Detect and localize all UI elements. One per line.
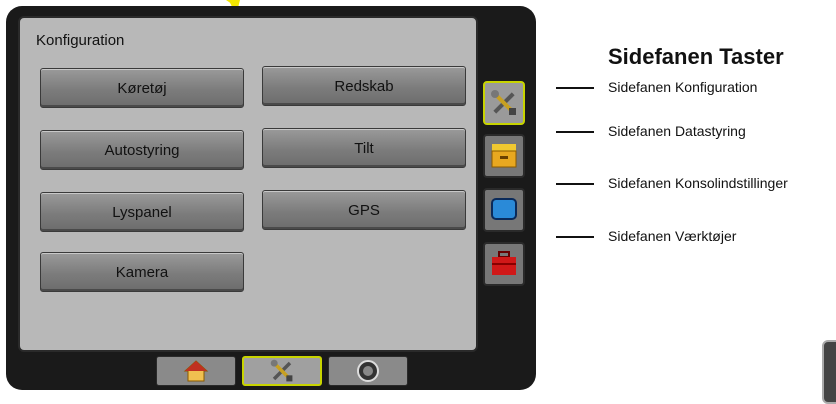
toolbox-icon: [492, 251, 516, 275]
button-label: GPS: [348, 201, 380, 219]
side-tab-data-management[interactable]: [483, 134, 525, 178]
camera-button[interactable]: Kamera: [40, 252, 244, 292]
monitor-icon: [491, 198, 517, 220]
button-label: Køretøj: [117, 79, 167, 97]
callout-line: [556, 131, 594, 133]
side-tab-tools[interactable]: [483, 242, 525, 286]
button-label: Redskab: [334, 77, 394, 95]
tools-icon: [491, 90, 516, 115]
button-label: Autostyring: [104, 141, 180, 159]
bottom-tab-configuration[interactable]: [242, 356, 322, 386]
callout-console-settings: Sidefanen Konsolindstillinger: [608, 175, 788, 191]
bottom-tab-guidance[interactable]: [328, 356, 408, 386]
autosteering-button[interactable]: Autostyring: [40, 130, 244, 170]
configuration-screen: Konfiguration Køretøj Redskab Autostyrin…: [18, 16, 478, 352]
home-icon: [183, 360, 209, 382]
side-tabs: [480, 16, 530, 350]
button-label: Tilt: [354, 139, 374, 157]
bottom-tab-bar: [20, 350, 472, 388]
tools-icon: [270, 359, 293, 382]
section-heading: Sidefanen Taster: [608, 44, 784, 69]
implement-button[interactable]: Redskab: [262, 66, 466, 106]
console-device: Konfiguration Køretøj Redskab Autostyrin…: [6, 6, 536, 390]
callout-configuration: Sidefanen Konfiguration: [608, 79, 758, 95]
lightbar-button[interactable]: Lyspanel: [40, 192, 244, 232]
callout-data-management: Sidefanen Datastyring: [608, 123, 746, 139]
button-label: Kamera: [115, 263, 169, 281]
callout-line: [556, 87, 594, 89]
tilt-button[interactable]: Tilt: [262, 128, 466, 168]
bottom-tab-home[interactable]: [156, 356, 236, 386]
callout-line: [556, 183, 594, 185]
gps-button[interactable]: GPS: [262, 190, 466, 230]
gauge-icon: [357, 360, 379, 382]
callout-tools: Sidefanen Værktøjer: [608, 228, 737, 244]
callout-line: [556, 236, 594, 238]
device-edge: [822, 340, 836, 404]
vehicle-button[interactable]: Køretøj: [40, 68, 244, 108]
screen-title: Konfiguration: [36, 32, 125, 49]
side-tab-console-settings[interactable]: [483, 188, 525, 232]
side-tab-configuration[interactable]: [483, 81, 525, 125]
button-label: Lyspanel: [112, 203, 172, 221]
drawer-icon: [491, 144, 517, 168]
